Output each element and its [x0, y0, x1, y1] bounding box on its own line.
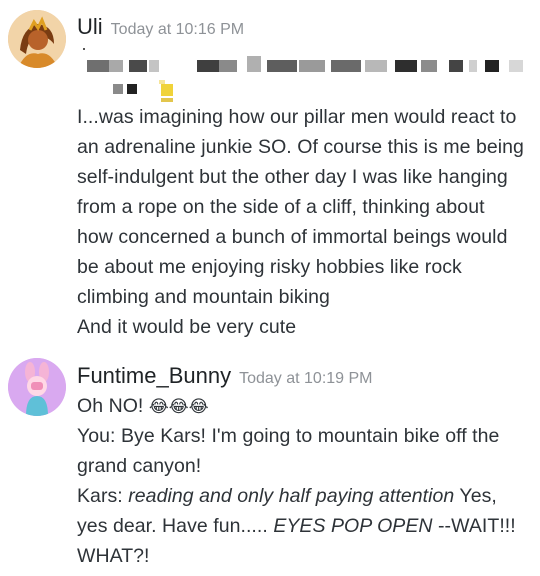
timestamp[interactable]: Today at 10:19 PM: [239, 370, 372, 388]
message-line: And it would be very cute: [77, 316, 297, 338]
message-line: how concerned a bunch of immortal beings…: [77, 226, 508, 248]
username[interactable]: Uli: [77, 14, 103, 40]
message-line: from a rope on the side of a cliff, thin…: [77, 196, 485, 218]
message-line: an adrenaline junkie SO. Of course this …: [77, 136, 524, 158]
laughing-emoji-icon: 😂😂😂: [148, 397, 209, 416]
message-line: grand canyon!: [77, 455, 202, 477]
avatar-image: [8, 10, 66, 68]
message-header: Funtime_Bunny Today at 10:19 PM: [77, 363, 373, 389]
message-line: I...was imagining how our pillar men wou…: [77, 106, 517, 128]
message-funtime-bunny: Funtime_Bunny Today at 10:19 PM Oh NO! 😂…: [0, 345, 540, 576]
kars-label: Kars:: [77, 485, 123, 507]
message-line: self-indulgent but the other day I was l…: [77, 166, 508, 188]
avatar[interactable]: [8, 358, 66, 416]
kars-reply-text: Yes,: [459, 485, 497, 507]
message-line: be about me enjoying risky hobbies like …: [77, 256, 462, 278]
greeting-text: Oh NO!: [77, 395, 144, 417]
message-line: Oh NO! 😂😂😂: [77, 395, 209, 418]
message-line: yes dear. Have fun..... EYES POP OPEN --…: [77, 515, 516, 538]
action-text: EYES POP OPEN: [273, 515, 433, 537]
avatar-image: [8, 358, 66, 416]
message-header: Uli Today at 10:16 PM: [77, 14, 244, 40]
reply-tail-text: --WAIT!!!: [438, 515, 516, 537]
avatar[interactable]: [8, 10, 66, 68]
reply-text: yes dear. Have fun.....: [77, 515, 268, 537]
message-line: You: Bye Kars! I'm going to mountain bik…: [77, 425, 500, 447]
message-line: climbing and mountain biking: [77, 286, 330, 308]
timestamp[interactable]: Today at 10:16 PM: [111, 21, 244, 39]
pixelated-redaction: [77, 44, 527, 104]
message-line: Kars: reading and only half paying atten…: [77, 485, 497, 508]
username[interactable]: Funtime_Bunny: [77, 363, 231, 389]
message-uli: Uli Today at 10:16 PM I...was imagining …: [0, 0, 540, 345]
kars-action-text: reading and only half paying attention: [128, 485, 455, 507]
message-line: WHAT?!: [77, 545, 150, 567]
